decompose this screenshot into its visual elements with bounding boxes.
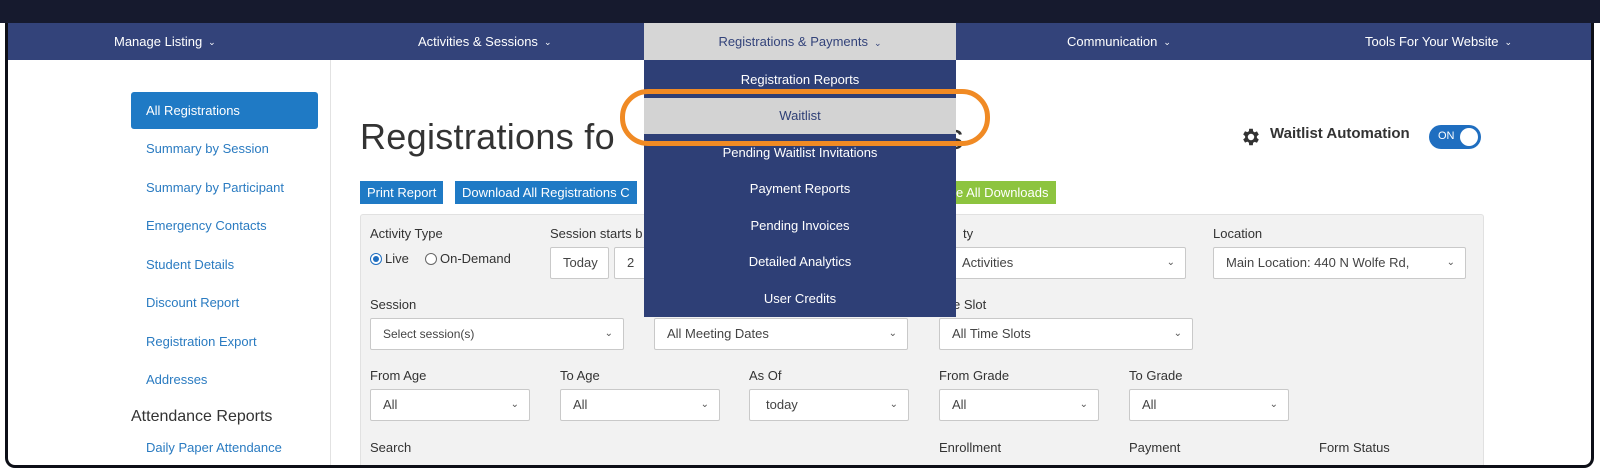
search-label: Search — [370, 440, 412, 455]
radio-dot — [370, 253, 382, 265]
session-select-value: Select session(s) — [383, 327, 475, 341]
chevron-down-icon: ⌄ — [700, 399, 709, 410]
from-grade-select[interactable]: All ⌄ — [939, 389, 1099, 421]
chevron-down-icon: ⌄ — [510, 399, 519, 410]
activity-select-value: Activities — [962, 255, 1014, 270]
nav-activities-sessions[interactable]: Activities & Sessions ⌄ — [418, 23, 551, 60]
sidebar-item-student-details[interactable]: Student Details — [146, 257, 234, 272]
sidebar-item-all-registrations[interactable]: All Registrations — [131, 92, 318, 129]
chevron-down-icon: ⌄ — [208, 37, 216, 47]
location-label: Location — [1213, 226, 1263, 241]
sidebar-item-summary-session[interactable]: Summary by Session — [146, 141, 269, 156]
all-downloads-button[interactable]: e All Downloads — [949, 181, 1056, 204]
sidebar-item-addresses[interactable]: Addresses — [146, 372, 207, 387]
form-status-label: Form Status — [1319, 440, 1390, 455]
activity-label: ty — [963, 226, 974, 241]
to-age-value: All — [573, 397, 588, 412]
as-of-select[interactable]: today ⌄ — [749, 389, 909, 421]
page-title-left: Registrations fo — [360, 116, 615, 157]
sidebar-item-discount-report[interactable]: Discount Report — [146, 295, 239, 310]
location-select[interactable]: Main Location: 440 N Wolfe Rd, ⌄ — [1213, 247, 1466, 279]
chevron-down-icon: ⌄ — [1163, 37, 1171, 47]
payment-label: Payment — [1129, 440, 1181, 455]
nav-label: Activities & Sessions — [418, 34, 538, 49]
chevron-down-icon: ⌄ — [543, 37, 552, 47]
from-age-value: All — [383, 397, 398, 412]
nav-label: Registrations & Payments — [718, 34, 869, 49]
time-slot-select[interactable]: All Time Slots ⌄ — [939, 318, 1193, 350]
as-of-label: As Of — [749, 368, 782, 383]
sidebar-item-registration-export[interactable]: Registration Export — [146, 334, 257, 349]
window-top-strip — [0, 0, 1600, 23]
radio-live-label: Live — [385, 251, 409, 266]
sidebar-item-emergency-contacts[interactable]: Emergency Contacts — [146, 218, 267, 233]
activity-type-label: Activity Type — [370, 226, 443, 241]
time-slot-label: e Slot — [953, 297, 987, 312]
to-grade-label: To Grade — [1129, 368, 1183, 383]
session-starts-label: Session starts b — [550, 226, 643, 241]
session-label: Session — [370, 297, 417, 312]
chevron-down-icon: ⌄ — [874, 38, 882, 48]
as-of-value: today — [766, 397, 798, 412]
chevron-down-icon: ⌄ — [888, 328, 897, 339]
to-grade-value: All — [1142, 397, 1157, 412]
menu-item-pending-invoices[interactable]: Pending Invoices — [644, 208, 956, 244]
meeting-dates-value: All Meeting Dates — [667, 326, 769, 341]
sidebar-item-summary-participant[interactable]: Summary by Participant — [146, 180, 284, 195]
session-select[interactable]: Select session(s) ⌄ — [370, 318, 624, 350]
chevron-down-icon: ⌄ — [1504, 37, 1512, 47]
gear-icon[interactable] — [1240, 126, 1262, 148]
from-grade-label: From Grade — [939, 368, 1010, 383]
activity-select[interactable]: Activities ⌄ — [949, 247, 1186, 279]
waitlist-highlight-annotation — [620, 89, 990, 146]
sidebar-heading-attendance: Attendance Reports — [131, 408, 273, 425]
waitlist-automation-toggle[interactable]: ON — [1429, 125, 1481, 149]
radio-live[interactable]: Live — [370, 251, 409, 266]
main-nav: Manage Listing ⌄ Activities & Sessions ⌄ R… — [8, 23, 1591, 60]
nav-label: Communication — [1067, 34, 1158, 49]
waitlist-automation-label: Waitlist Automation — [1270, 125, 1410, 142]
radio-ondemand-label: On-Demand — [440, 251, 511, 266]
app-frame: Manage Listing ⌄ Activities & Sessions ⌄ R… — [5, 0, 1594, 468]
menu-item-detailed-analytics[interactable]: Detailed Analytics — [644, 244, 956, 280]
chevron-down-icon: ⌄ — [1446, 257, 1455, 268]
chevron-down-icon: ⌄ — [604, 328, 613, 339]
nav-label: Tools For Your Website — [1365, 34, 1499, 49]
enrollment-label: Enrollment — [939, 440, 1002, 455]
from-grade-value: All — [952, 397, 967, 412]
chevron-down-icon: ⌄ — [1269, 399, 1278, 410]
sidebar-item-daily-paper-attendance[interactable]: Daily Paper Attendance — [146, 440, 282, 455]
time-slot-value: All Time Slots — [952, 326, 1031, 341]
toggle-label: ON — [1438, 130, 1455, 142]
radio-dot — [425, 253, 437, 265]
today-button[interactable]: Today — [550, 247, 609, 279]
location-select-value: Main Location: 440 N Wolfe Rd, — [1226, 255, 1410, 270]
menu-item-payment-reports[interactable]: Payment Reports — [644, 171, 956, 207]
nav-label: Manage Listing — [114, 34, 203, 49]
chevron-down-icon: ⌄ — [1079, 399, 1088, 410]
nav-registrations-payments[interactable]: Registrations & Payments ⌄ — [644, 23, 956, 60]
meeting-dates-select[interactable]: All Meeting Dates ⌄ — [654, 318, 908, 350]
to-grade-select[interactable]: All ⌄ — [1129, 389, 1289, 421]
from-age-select[interactable]: All ⌄ — [370, 389, 530, 421]
sidebar: All Registrations Summary by Session Sum… — [123, 60, 331, 465]
menu-item-user-credits[interactable]: User Credits — [644, 281, 956, 317]
to-age-label: To Age — [560, 368, 600, 383]
to-age-select[interactable]: All ⌄ — [560, 389, 720, 421]
radio-on-demand[interactable]: On-Demand — [425, 251, 511, 266]
nav-manage-listing[interactable]: Manage Listing ⌄ — [114, 23, 216, 60]
nav-communication[interactable]: Communication ⌄ — [1067, 23, 1171, 60]
chevron-down-icon: ⌄ — [1173, 328, 1182, 339]
nav-tools-website[interactable]: Tools For Your Website ⌄ — [1365, 23, 1512, 60]
print-report-button[interactable]: Print Report — [360, 181, 444, 204]
chevron-down-icon: ⌄ — [1166, 257, 1175, 268]
from-age-label: From Age — [370, 368, 427, 383]
toggle-knob — [1460, 128, 1478, 146]
chevron-down-icon: ⌄ — [889, 399, 898, 410]
download-registrations-button[interactable]: Download All Registrations C — [455, 181, 637, 204]
